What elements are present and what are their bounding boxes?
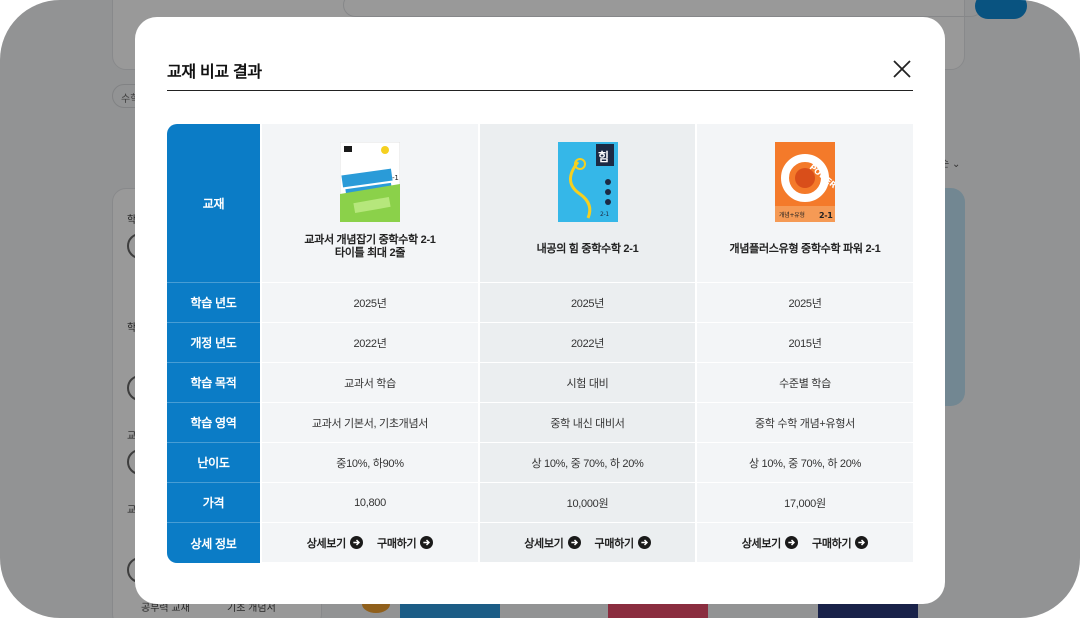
row-header: 가격: [167, 483, 260, 523]
difficulty-cell: 상 10%, 중 70%, 하 20%: [478, 443, 695, 483]
year-cell: 2025년: [695, 283, 913, 323]
svg-text:2-1: 2-1: [600, 211, 609, 218]
price-cell: 17,000원: [695, 483, 913, 523]
arrow-right-icon: [567, 536, 581, 549]
revision-cell: 2022년: [478, 323, 695, 363]
detail-cell: 상세보기 구매하기: [478, 523, 695, 563]
arrow-right-icon: [637, 536, 651, 549]
revision-cell: 2022년: [260, 323, 478, 363]
purpose-cell: 수준별 학습: [695, 363, 913, 403]
detail-link[interactable]: 상세보기: [742, 535, 798, 551]
buy-link-label: 구매하기: [812, 537, 852, 550]
arrow-right-icon: [420, 536, 434, 549]
buy-link[interactable]: 구매하기: [377, 535, 434, 551]
detail-cell: 상세보기 구매하기: [260, 523, 478, 563]
row-header: 개정 년도: [167, 323, 260, 363]
revision-cell: 2015년: [695, 323, 913, 363]
buy-link[interactable]: 구매하기: [595, 535, 651, 551]
row-header: 교재: [167, 124, 260, 283]
difficulty-cell: 중10%, 하90%: [260, 443, 478, 483]
year-cell: 2025년: [478, 283, 695, 323]
book-cover[interactable]: 2-1: [340, 142, 400, 222]
compare-table: 교재 학습 년도 개정 년도 학습 목적 학습 영역 난이도 가격 상세 정보 …: [167, 124, 913, 563]
difficulty-cell: 상 10%, 중 70%, 하 20%: [695, 443, 913, 483]
book-cell: POWER 개념+유형 2-1 개념플러스유형 중학수학 파워 2-1: [695, 124, 913, 283]
purpose-cell: 교과서 학습: [260, 363, 478, 403]
buy-link[interactable]: 구매하기: [812, 535, 869, 551]
row-header: 학습 년도: [167, 283, 260, 323]
area-cell: 중학 수학 개념+유형서: [695, 403, 913, 443]
book-title-line2: 타이틀 최대 2줄: [334, 247, 406, 259]
modal-title: 교재 비교 결과: [167, 64, 262, 81]
compare-modal: 교재 비교 결과 교재 학습 년도 개정 년도 학습 목적 학습 영역 난이도 …: [135, 17, 945, 604]
arrow-right-icon: [785, 536, 798, 549]
book-cell: 2-1 교과서 개념잡기 중학수학 2-1 타이틀 최대 2줄: [260, 124, 478, 283]
book-title: 개념플러스유형 중학수학 파워 2-1: [729, 243, 881, 255]
detail-link-label: 상세보기: [306, 537, 347, 550]
svg-text:2-1: 2-1: [819, 211, 833, 220]
detail-link-label: 상세보기: [524, 537, 564, 550]
detail-link[interactable]: 상세보기: [307, 535, 363, 551]
app-frame: 수학 순 ⌄ 학 학 교 교 공부력 교재 기초 개념서 교재 비교 결과 교재…: [0, 0, 1080, 618]
close-icon: [893, 60, 911, 78]
book-title: 내공의 힘 중학수학 2-1: [536, 243, 639, 255]
svg-text:개념+유형: 개념+유형: [779, 211, 805, 219]
book-cover[interactable]: POWER 개념+유형 2-1: [775, 142, 835, 222]
area-cell: 중학 내신 대비서: [478, 403, 695, 443]
row-header: 학습 목적: [167, 363, 260, 403]
row-header: 난이도: [167, 443, 260, 483]
close-button[interactable]: [890, 57, 914, 81]
year-cell: 2025년: [260, 283, 478, 323]
arrow-right-icon: [350, 536, 363, 549]
price-cell: 10,800: [260, 483, 478, 523]
detail-link-label: 상세보기: [741, 537, 782, 550]
book-cover[interactable]: 힘 2-1: [557, 142, 618, 222]
detail-cell: 상세보기 구매하기: [695, 523, 913, 563]
svg-text:힘: 힘: [598, 149, 609, 164]
arrow-right-icon: [855, 536, 869, 549]
buy-link-label: 구매하기: [594, 537, 635, 550]
detail-link[interactable]: 상세보기: [524, 535, 581, 551]
purpose-cell: 시험 대비: [478, 363, 695, 403]
buy-link-label: 구매하기: [377, 537, 417, 550]
row-header: 상세 정보: [190, 536, 237, 551]
title-divider: [167, 90, 913, 91]
book-cell: 힘 2-1 내공의 힘 중학수학 2-1: [478, 124, 695, 283]
area-cell: 교과서 기본서, 기초개념서: [260, 403, 478, 443]
book-title: 교과서 개념잡기 중학수학 2-1: [304, 234, 436, 246]
row-header: 학습 영역: [167, 403, 260, 443]
price-cell: 10,000원: [478, 483, 695, 523]
